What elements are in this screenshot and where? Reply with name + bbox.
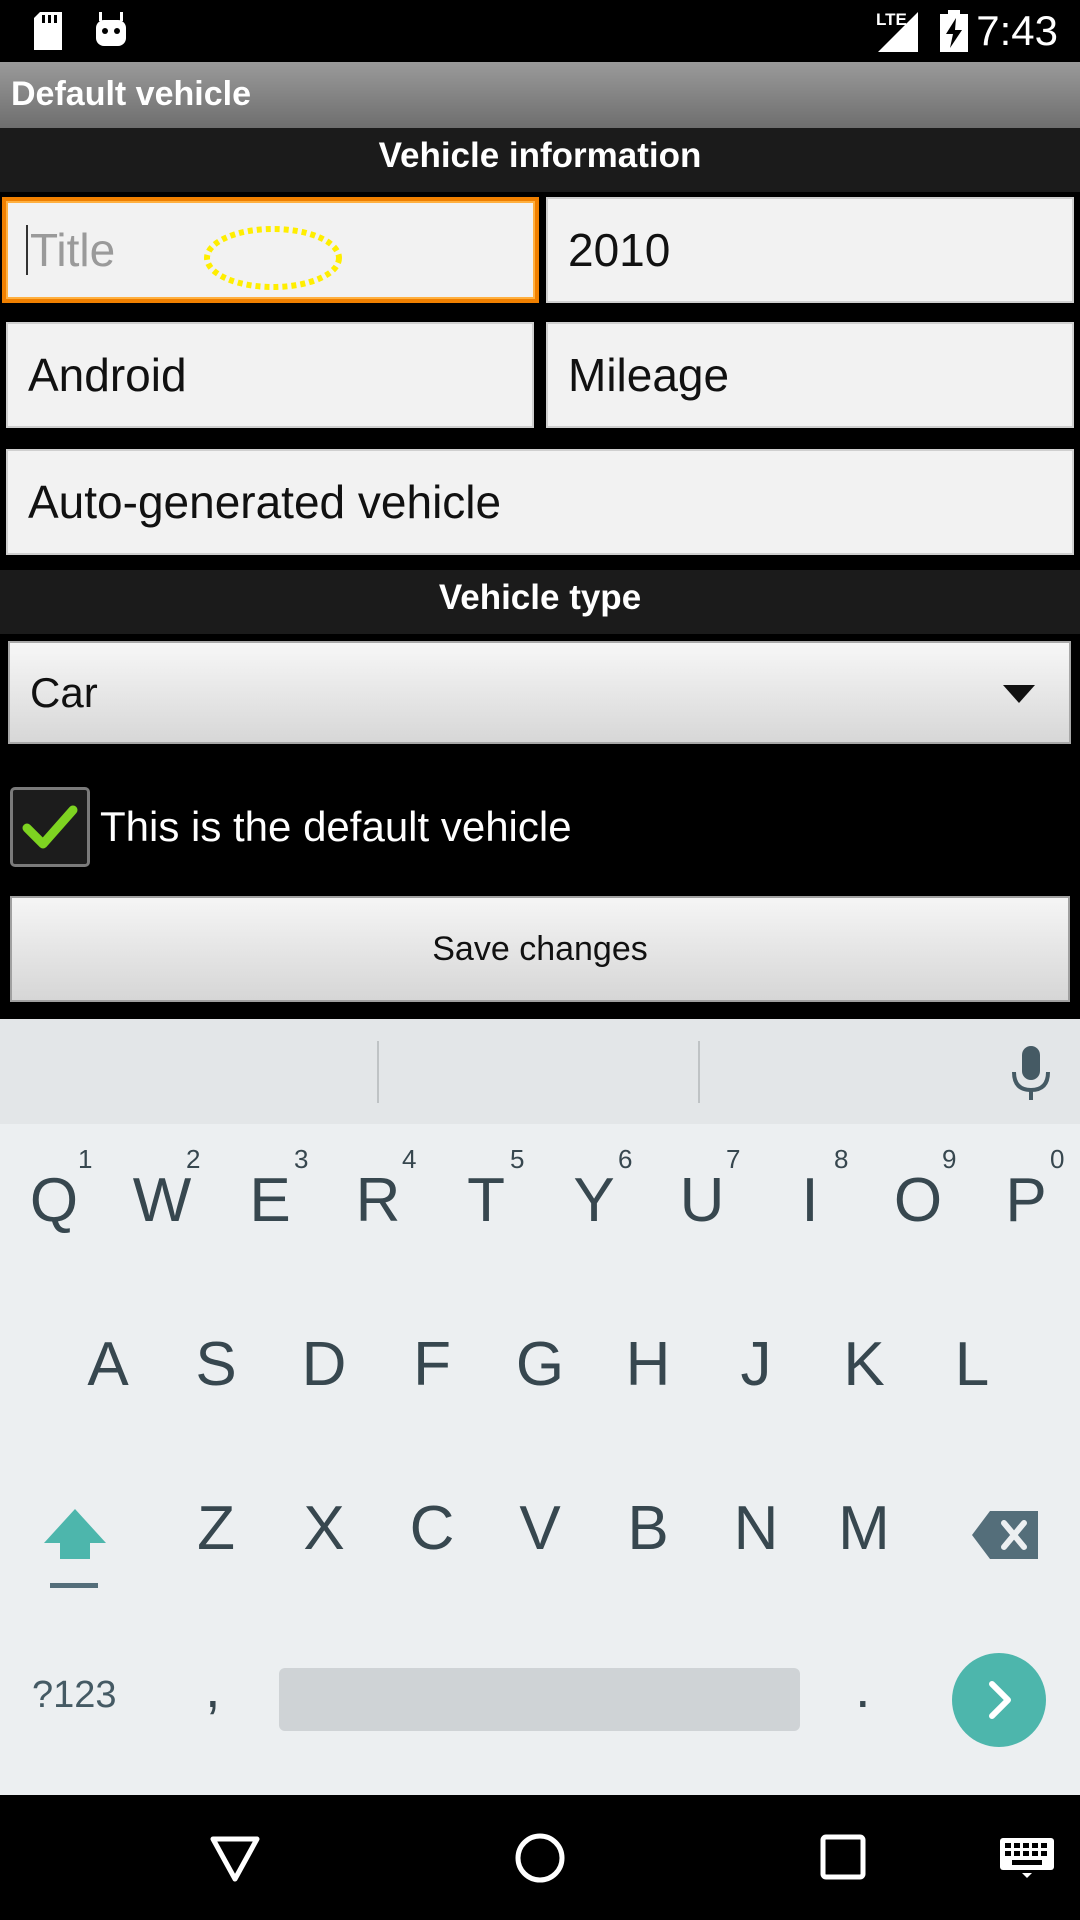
microphone-icon[interactable] [1010, 1046, 1052, 1107]
key-g[interactable]: G [496, 1329, 584, 1400]
key-k[interactable]: K [820, 1329, 908, 1400]
default-vehicle-label: This is the default vehicle [100, 803, 572, 850]
key-c[interactable]: C [388, 1493, 476, 1564]
key-hint-9: 9 [942, 1144, 957, 1174]
battery-charging-icon [940, 10, 968, 57]
text-cursor [26, 225, 28, 275]
back-icon[interactable] [210, 1836, 260, 1887]
make-value: Android [28, 349, 187, 401]
key-z[interactable]: Z [172, 1493, 260, 1564]
year-value: 2010 [568, 224, 671, 276]
key-q[interactable]: Q [10, 1165, 98, 1236]
key-w[interactable]: W [118, 1165, 206, 1236]
key-d[interactable]: D [280, 1329, 368, 1400]
key-r[interactable]: R [334, 1165, 422, 1236]
key-i[interactable]: I [766, 1165, 854, 1236]
checkmark-icon [22, 805, 78, 849]
section-header-vehicle-type: Vehicle type [0, 570, 1080, 634]
key-p[interactable]: P [982, 1165, 1070, 1236]
key-o[interactable]: O [874, 1165, 962, 1236]
default-vehicle-checkbox[interactable] [10, 787, 90, 867]
key-b[interactable]: B [604, 1493, 692, 1564]
vehicle-type-selected: Car [30, 668, 98, 716]
key-hint-4: 4 [402, 1144, 417, 1174]
dropdown-arrow-icon [1003, 685, 1035, 703]
key-hint-7: 7 [726, 1144, 741, 1174]
suggestion-divider [698, 1041, 700, 1103]
recents-icon[interactable] [820, 1834, 866, 1885]
key-l[interactable]: L [928, 1329, 1016, 1400]
key-hint-1: 1 [78, 1144, 93, 1174]
section-header-vehicle-information: Vehicle information [0, 128, 1080, 192]
key-h[interactable]: H [604, 1329, 692, 1400]
status-bar: LTE 7:43 [0, 0, 1080, 62]
suggestion-strip [0, 1019, 1080, 1124]
shift-icon[interactable] [40, 1507, 110, 1598]
title-placeholder: Title [30, 224, 116, 276]
mileage-input[interactable]: Mileage [546, 322, 1074, 428]
key-a[interactable]: A [64, 1329, 152, 1400]
key-v[interactable]: V [496, 1493, 584, 1564]
key-hint-3: 3 [294, 1144, 309, 1174]
vehicle-type-dropdown[interactable]: Car [8, 641, 1071, 744]
key-n[interactable]: N [712, 1493, 800, 1564]
android-icon [94, 12, 128, 53]
signal-icon [878, 12, 918, 57]
key-hint-2: 2 [186, 1144, 201, 1174]
suggestion-divider [377, 1041, 379, 1103]
touch-indicator-icon [204, 226, 342, 290]
symbols-key[interactable]: ?123 [32, 1674, 117, 1717]
space-bar[interactable] [279, 1668, 800, 1731]
page-title: Default vehicle [11, 75, 251, 113]
key-hint-0: 0 [1050, 1144, 1065, 1174]
keyboard-switcher-icon[interactable] [1000, 1838, 1054, 1883]
status-time: 7:43 [976, 7, 1058, 54]
description-value: Auto-generated vehicle [28, 476, 502, 528]
home-icon[interactable] [514, 1832, 566, 1889]
key-m[interactable]: M [820, 1493, 908, 1564]
title-input[interactable]: Title [2, 197, 539, 303]
comma-key[interactable]: , [205, 1655, 221, 1720]
next-button[interactable] [952, 1653, 1046, 1747]
key-e[interactable]: E [226, 1165, 314, 1236]
key-hint-6: 6 [618, 1144, 633, 1174]
description-input[interactable]: Auto-generated vehicle [6, 449, 1074, 555]
chevron-right-icon [989, 1681, 1011, 1719]
key-f[interactable]: F [388, 1329, 476, 1400]
title-bar: Default vehicle [0, 62, 1080, 128]
period-key[interactable]: . [855, 1655, 871, 1720]
key-y[interactable]: Y [550, 1165, 638, 1236]
make-input[interactable]: Android [6, 322, 534, 428]
key-u[interactable]: U [658, 1165, 746, 1236]
key-hint-8: 8 [834, 1144, 849, 1174]
key-s[interactable]: S [172, 1329, 260, 1400]
key-j[interactable]: J [712, 1329, 800, 1400]
key-hint-5: 5 [510, 1144, 525, 1174]
save-changes-button[interactable]: Save changes [10, 896, 1070, 1002]
backspace-icon[interactable] [972, 1511, 1038, 1564]
mileage-placeholder: Mileage [568, 349, 730, 401]
year-input[interactable]: 2010 [546, 197, 1074, 303]
navigation-bar [0, 1795, 1080, 1920]
sd-card-icon [32, 12, 64, 55]
key-t[interactable]: T [442, 1165, 530, 1236]
key-x[interactable]: X [280, 1493, 368, 1564]
soft-keyboard: Q W E R T Y U I O P 1 2 3 4 5 6 7 8 9 0 … [0, 1019, 1080, 1795]
